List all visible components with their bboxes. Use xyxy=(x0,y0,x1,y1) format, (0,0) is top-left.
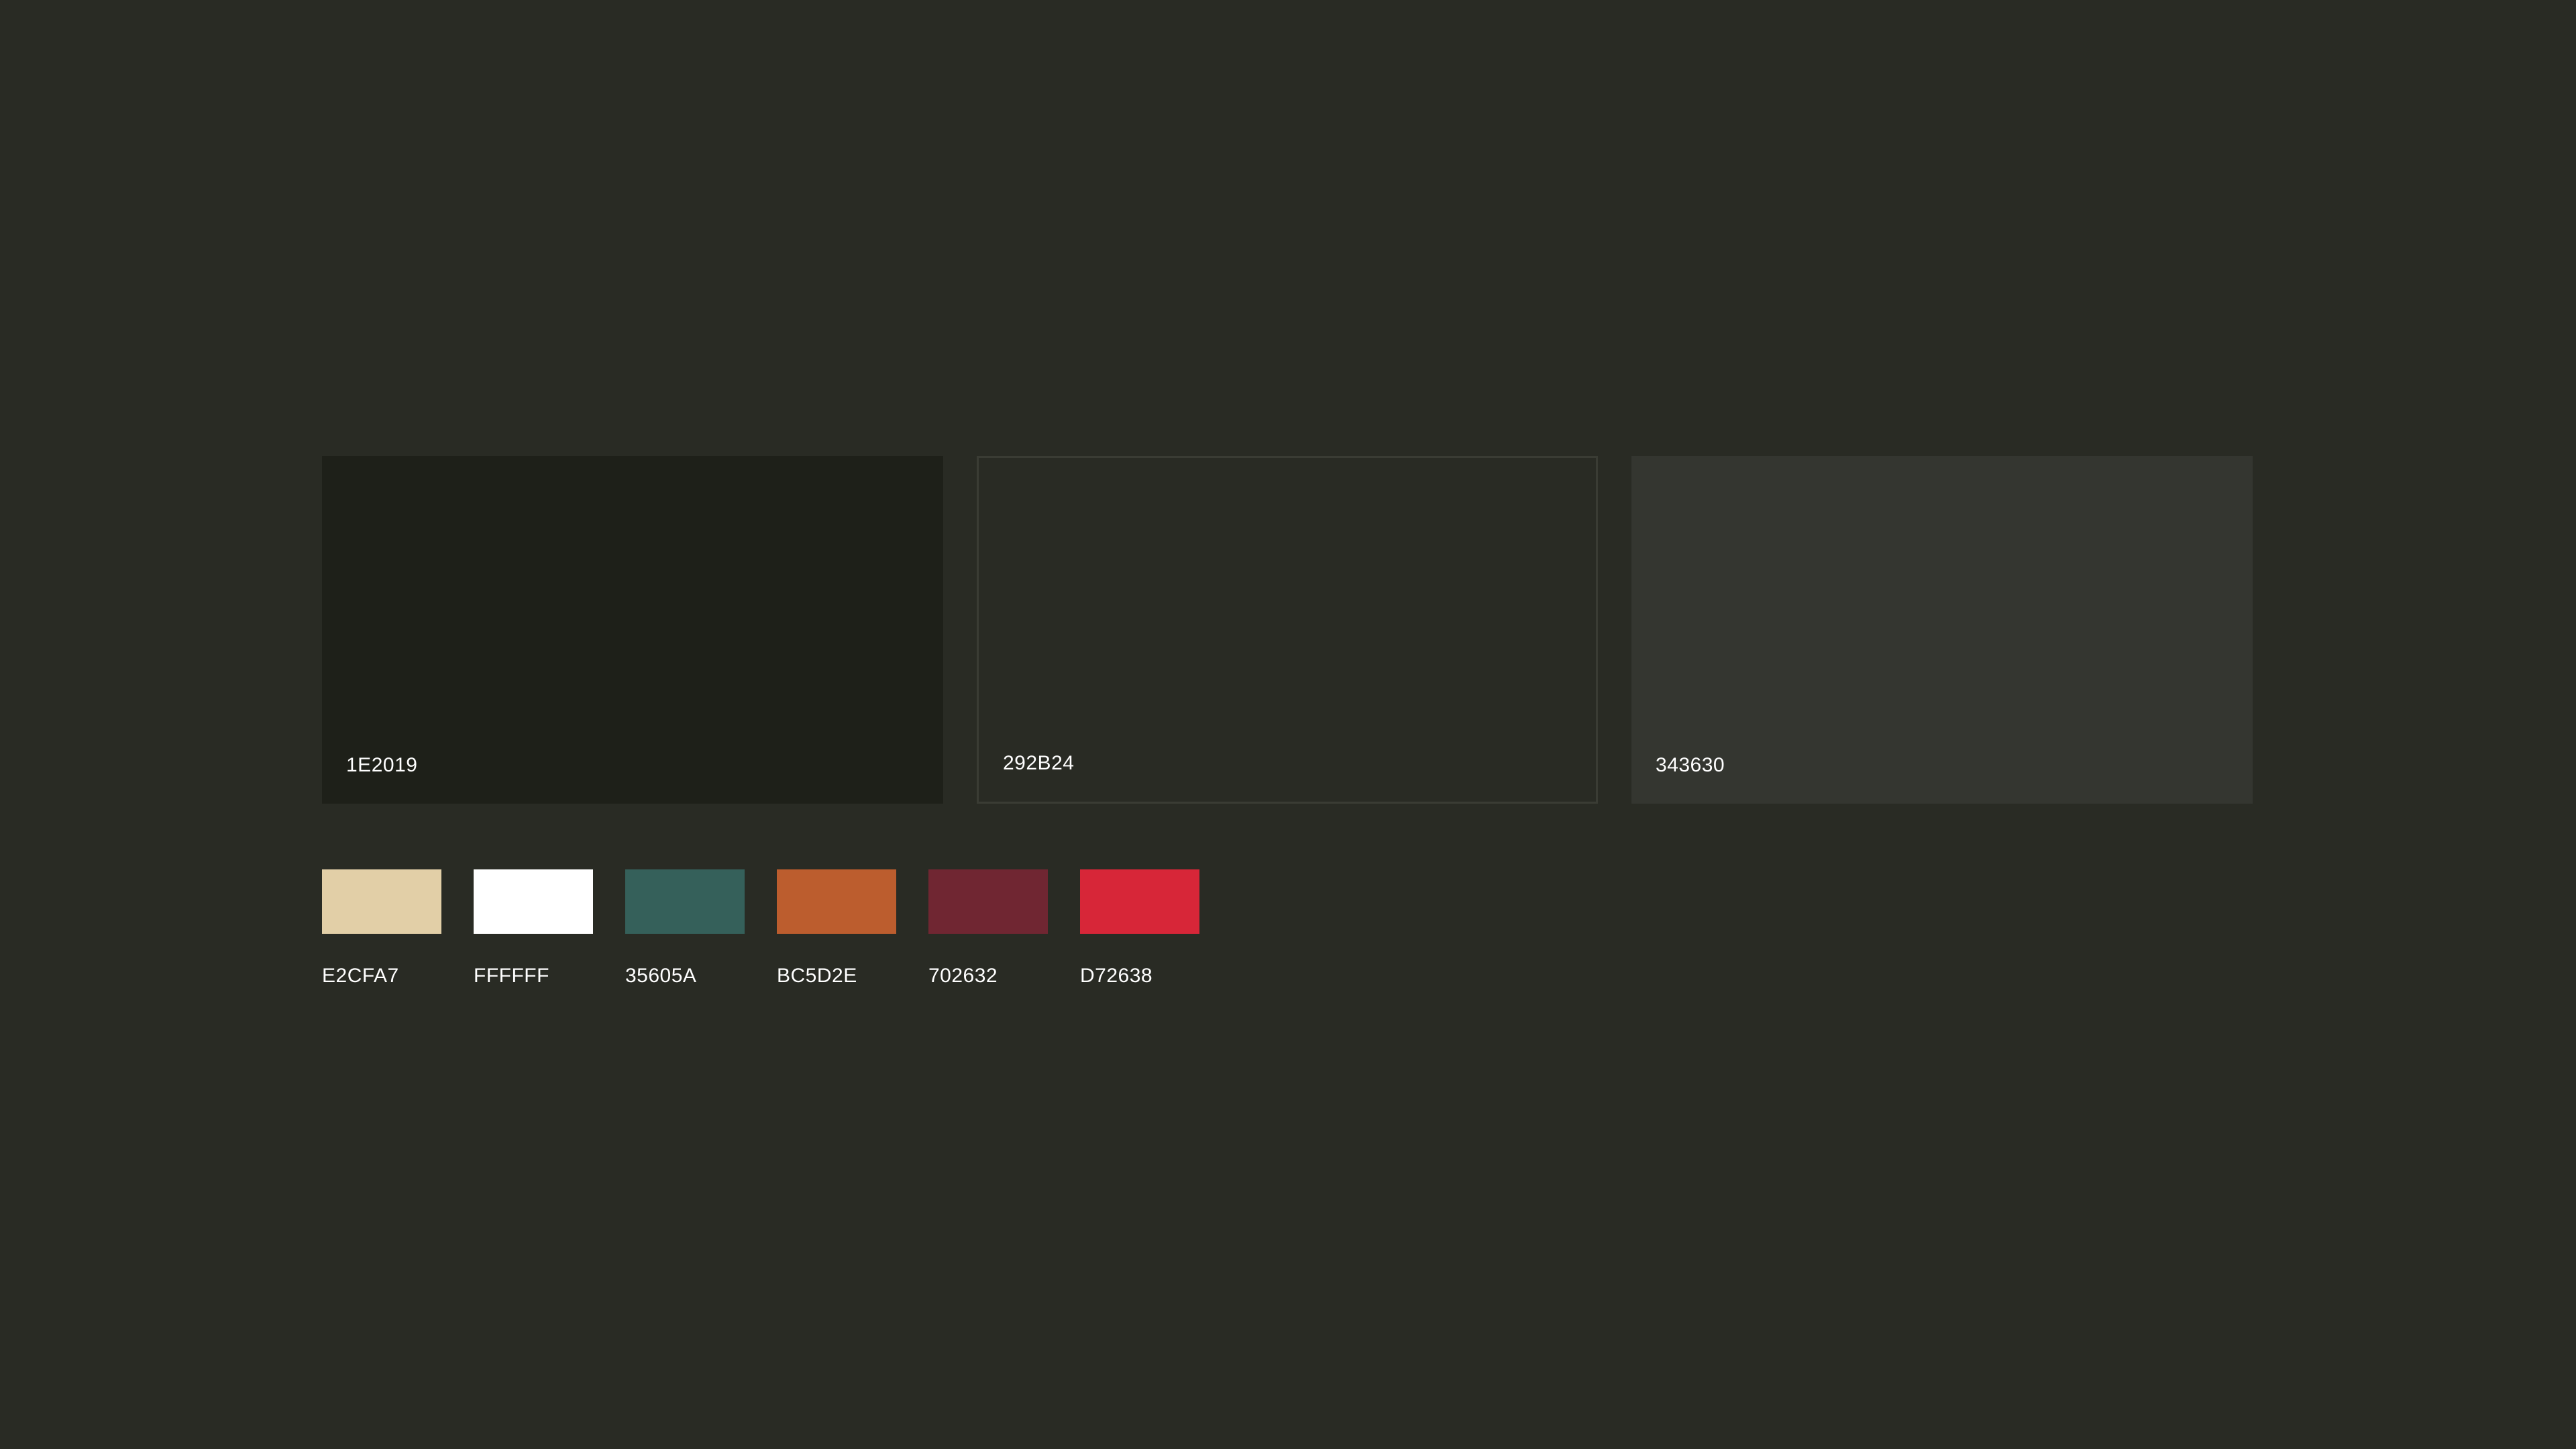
accent-swatch xyxy=(625,869,745,934)
accent-swatch-label: BC5D2E xyxy=(777,965,857,987)
accent-color-item: FFFFFF xyxy=(474,869,593,987)
accent-swatch-label: 702632 xyxy=(928,965,998,987)
accent-swatch xyxy=(322,869,441,934)
accent-swatch-label: FFFFFF xyxy=(474,965,549,987)
primary-swatch-label: 1E2019 xyxy=(346,754,418,776)
primary-swatch: 1E2019 xyxy=(322,456,943,804)
accent-swatch-label: E2CFA7 xyxy=(322,965,399,987)
primary-swatch-label: 292B24 xyxy=(1003,752,1075,774)
accent-color-row: E2CFA7 FFFFFF 35605A BC5D2E 702632 D7263… xyxy=(322,869,1199,987)
primary-swatch: 343630 xyxy=(1631,456,2253,804)
accent-swatch-label: 35605A xyxy=(625,965,697,987)
primary-swatch-label: 343630 xyxy=(1656,754,1725,776)
accent-swatch xyxy=(777,869,896,934)
color-palette-page: 1E2019 292B24 343630 E2CFA7 FFFFFF 35605… xyxy=(0,0,2576,1449)
accent-swatch xyxy=(474,869,593,934)
accent-color-item: D72638 xyxy=(1080,869,1199,987)
accent-color-item: 35605A xyxy=(625,869,745,987)
accent-color-item: BC5D2E xyxy=(777,869,896,987)
accent-swatch-label: D72638 xyxy=(1080,965,1153,987)
accent-swatch xyxy=(928,869,1048,934)
primary-color-row: 1E2019 292B24 343630 xyxy=(322,456,2253,804)
accent-color-item: E2CFA7 xyxy=(322,869,441,987)
primary-swatch: 292B24 xyxy=(977,456,1598,804)
accent-swatch xyxy=(1080,869,1199,934)
accent-color-item: 702632 xyxy=(928,869,1048,987)
